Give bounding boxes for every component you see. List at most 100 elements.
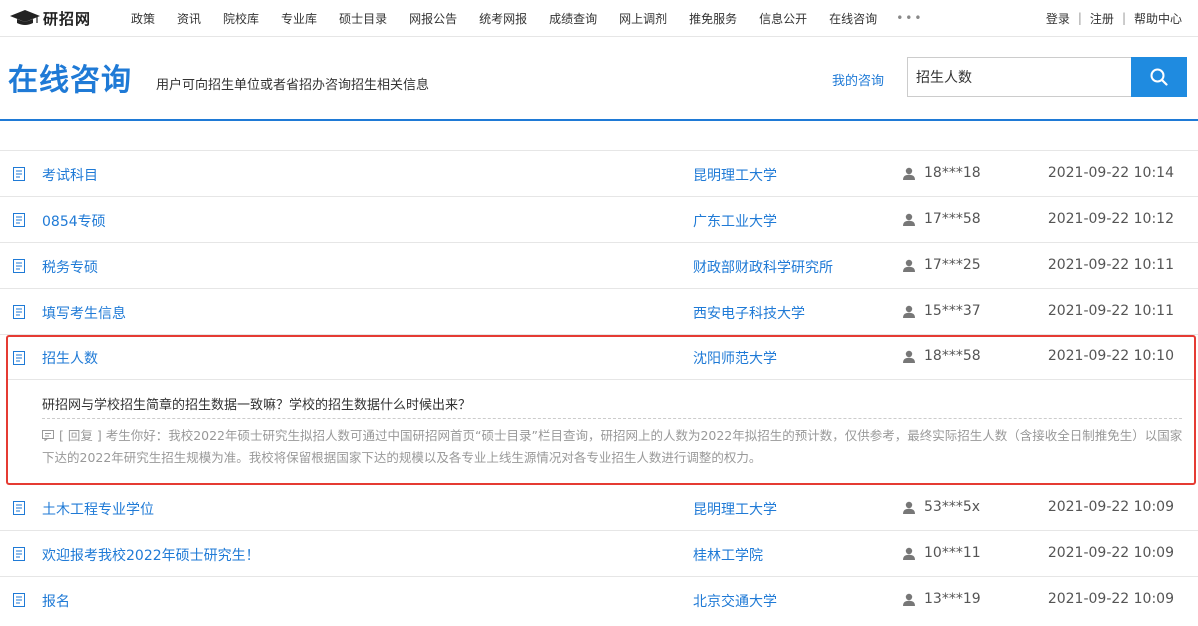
- user-info: 17***25: [902, 257, 981, 273]
- document-icon: [13, 213, 25, 227]
- document-icon: [13, 259, 25, 273]
- user-id: 18***58: [924, 348, 981, 364]
- user-icon: [903, 547, 915, 560]
- question-title-link[interactable]: 报名: [42, 591, 70, 611]
- user-icon: [903, 350, 915, 363]
- post-time: 2021-09-22 10:11: [1047, 257, 1174, 273]
- user-id: 17***25: [924, 257, 981, 273]
- document-icon: [13, 351, 25, 365]
- post-time: 2021-09-22 10:12: [1047, 211, 1174, 227]
- reply-text: 考生你好：我校2022年硕士研究生拟招人数可通过中国研招网首页“硕士目录”栏目查…: [42, 428, 1183, 465]
- user-id: 13***19: [924, 591, 981, 607]
- user-icon: [903, 501, 915, 514]
- question-title-link[interactable]: 税务专硕: [42, 257, 98, 277]
- list-item[interactable]: 土木工程专业学位 昆明理工大学 53***5x 2021-09-22 10:09: [0, 485, 1198, 531]
- site-name: 研招网: [43, 9, 92, 28]
- page-header: 在线咨询 用户可向招生单位或者省招办咨询招生相关信息 我的咨询: [0, 37, 1198, 121]
- user-id: 18***18: [924, 165, 981, 181]
- register-link[interactable]: 注册: [1090, 10, 1114, 27]
- post-time: 2021-09-22 10:14: [1047, 165, 1174, 181]
- question-content: 研招网与学校招生简章的招生数据一致嘛？学校的招生数据什么时候出来？: [42, 398, 472, 413]
- consult-list: 考试科目 昆明理工大学 18***18 2021-09-22 10:14 085…: [0, 150, 1198, 622]
- user-info: 13***19: [902, 591, 981, 607]
- document-icon: [13, 547, 25, 561]
- site-logo[interactable]: 研招网: [10, 6, 91, 30]
- graduation-cap-icon: [10, 10, 40, 25]
- user-info: 18***58: [902, 348, 981, 364]
- list-item[interactable]: 报名 北京交通大学 13***19 2021-09-22 10:09: [0, 577, 1198, 622]
- user-icon: [903, 213, 915, 226]
- help-link[interactable]: 帮助中心: [1134, 10, 1182, 27]
- nav-item[interactable]: 资讯: [177, 10, 201, 27]
- search-box: [907, 57, 1187, 97]
- page-title: 在线咨询: [8, 63, 132, 98]
- post-time: 2021-09-22 10:09: [1047, 591, 1174, 607]
- question-title-link[interactable]: 招生人数: [42, 348, 98, 368]
- school-link[interactable]: 昆明理工大学: [693, 499, 777, 519]
- post-time: 2021-09-22 10:09: [1047, 545, 1174, 561]
- post-time: 2021-09-22 10:11: [1047, 303, 1174, 319]
- user-id: 53***5x: [924, 499, 981, 515]
- post-time: 2021-09-22 10:10: [1047, 348, 1174, 364]
- post-time: 2021-09-22 10:09: [1047, 499, 1174, 515]
- user-id: 10***11: [924, 545, 981, 561]
- reply-icon: [42, 430, 54, 441]
- question-title-link[interactable]: 填写考生信息: [42, 303, 126, 323]
- nav-item[interactable]: 统考网报: [479, 10, 527, 27]
- top-bar: 研招网 政策 资讯 院校库 专业库 硕士目录 网报公告 统考网报 成绩查询 网上…: [0, 0, 1198, 37]
- nav-item[interactable]: 网报公告: [409, 10, 457, 27]
- school-link[interactable]: 财政部财政科学研究所: [693, 257, 833, 277]
- nav-item[interactable]: 院校库: [223, 10, 259, 27]
- user-id: 15***37: [924, 303, 981, 319]
- question-title-link[interactable]: 土木工程专业学位: [42, 499, 154, 519]
- nav-item[interactable]: 专业库: [281, 10, 317, 27]
- user-icon: [903, 305, 915, 318]
- separator: |: [1121, 11, 1126, 25]
- user-info: 17***58: [902, 211, 981, 227]
- nav-item[interactable]: 政策: [131, 10, 155, 27]
- document-icon: [13, 593, 25, 607]
- expanded-item-header[interactable]: 招生人数 沈阳师范大学 18***58 2021-09-22 10:10: [8, 337, 1194, 380]
- question-title-link[interactable]: 考试科目: [42, 165, 98, 185]
- list-item[interactable]: 税务专硕 财政部财政科学研究所 17***25 2021-09-22 10:11: [0, 243, 1198, 289]
- document-icon: [13, 305, 25, 319]
- school-link[interactable]: 广东工业大学: [693, 211, 777, 231]
- school-link[interactable]: 昆明理工大学: [693, 165, 777, 185]
- user-icon: [903, 259, 915, 272]
- list-item[interactable]: 考试科目 昆明理工大学 18***18 2021-09-22 10:14: [0, 151, 1198, 197]
- login-link[interactable]: 登录: [1046, 10, 1070, 27]
- list-item[interactable]: 欢迎报考我校2022年硕士研究生！ 桂林工学院 10***11 2021-09-…: [0, 531, 1198, 577]
- school-link[interactable]: 西安电子科技大学: [693, 303, 805, 323]
- search-input[interactable]: [907, 57, 1140, 97]
- school-link[interactable]: 北京交通大学: [693, 591, 777, 611]
- nav-item[interactable]: 信息公开: [759, 10, 807, 27]
- expanded-list-item[interactable]: 招生人数 沈阳师范大学 18***58 2021-09-22 10:10 研招网…: [6, 335, 1196, 485]
- search-button[interactable]: [1131, 57, 1187, 97]
- separator: |: [1077, 11, 1082, 25]
- nav-item[interactable]: 网上调剂: [619, 10, 667, 27]
- user-id: 17***58: [924, 211, 981, 227]
- list-item[interactable]: 填写考生信息 西安电子科技大学 15***37 2021-09-22 10:11: [0, 289, 1198, 335]
- nav-item[interactable]: 在线咨询: [829, 10, 877, 27]
- document-icon: [13, 167, 25, 181]
- search-icon: [1150, 68, 1168, 86]
- list-item[interactable]: 0854专硕 广东工业大学 17***58 2021-09-22 10:12: [0, 197, 1198, 243]
- user-info: 15***37: [902, 303, 981, 319]
- nav-item[interactable]: 成绩查询: [549, 10, 597, 27]
- school-link[interactable]: 沈阳师范大学: [693, 348, 777, 368]
- user-icon: [903, 593, 915, 606]
- main-nav: 政策 资讯 院校库 专业库 硕士目录 网报公告 统考网报 成绩查询 网上调剂 推…: [120, 0, 923, 36]
- my-consult-link[interactable]: 我的咨询: [832, 70, 884, 89]
- reply-content: [ 回复 ] 考生你好：我校2022年硕士研究生拟招人数可通过中国研招网首页“硕…: [42, 425, 1186, 469]
- nav-more-button[interactable]: •••: [896, 11, 923, 25]
- school-link[interactable]: 桂林工学院: [693, 545, 763, 565]
- document-icon: [13, 501, 25, 515]
- question-title-link[interactable]: 欢迎报考我校2022年硕士研究生！: [42, 545, 260, 565]
- nav-item[interactable]: 推免服务: [689, 10, 737, 27]
- nav-item[interactable]: 硕士目录: [339, 10, 387, 27]
- reply-tag: [ 回复 ]: [59, 428, 102, 443]
- page-subtitle: 用户可向招生单位或者省招办咨询招生相关信息: [156, 78, 430, 93]
- user-info: 53***5x: [902, 499, 980, 515]
- question-title-link[interactable]: 0854专硕: [42, 211, 106, 231]
- divider: [42, 418, 1182, 419]
